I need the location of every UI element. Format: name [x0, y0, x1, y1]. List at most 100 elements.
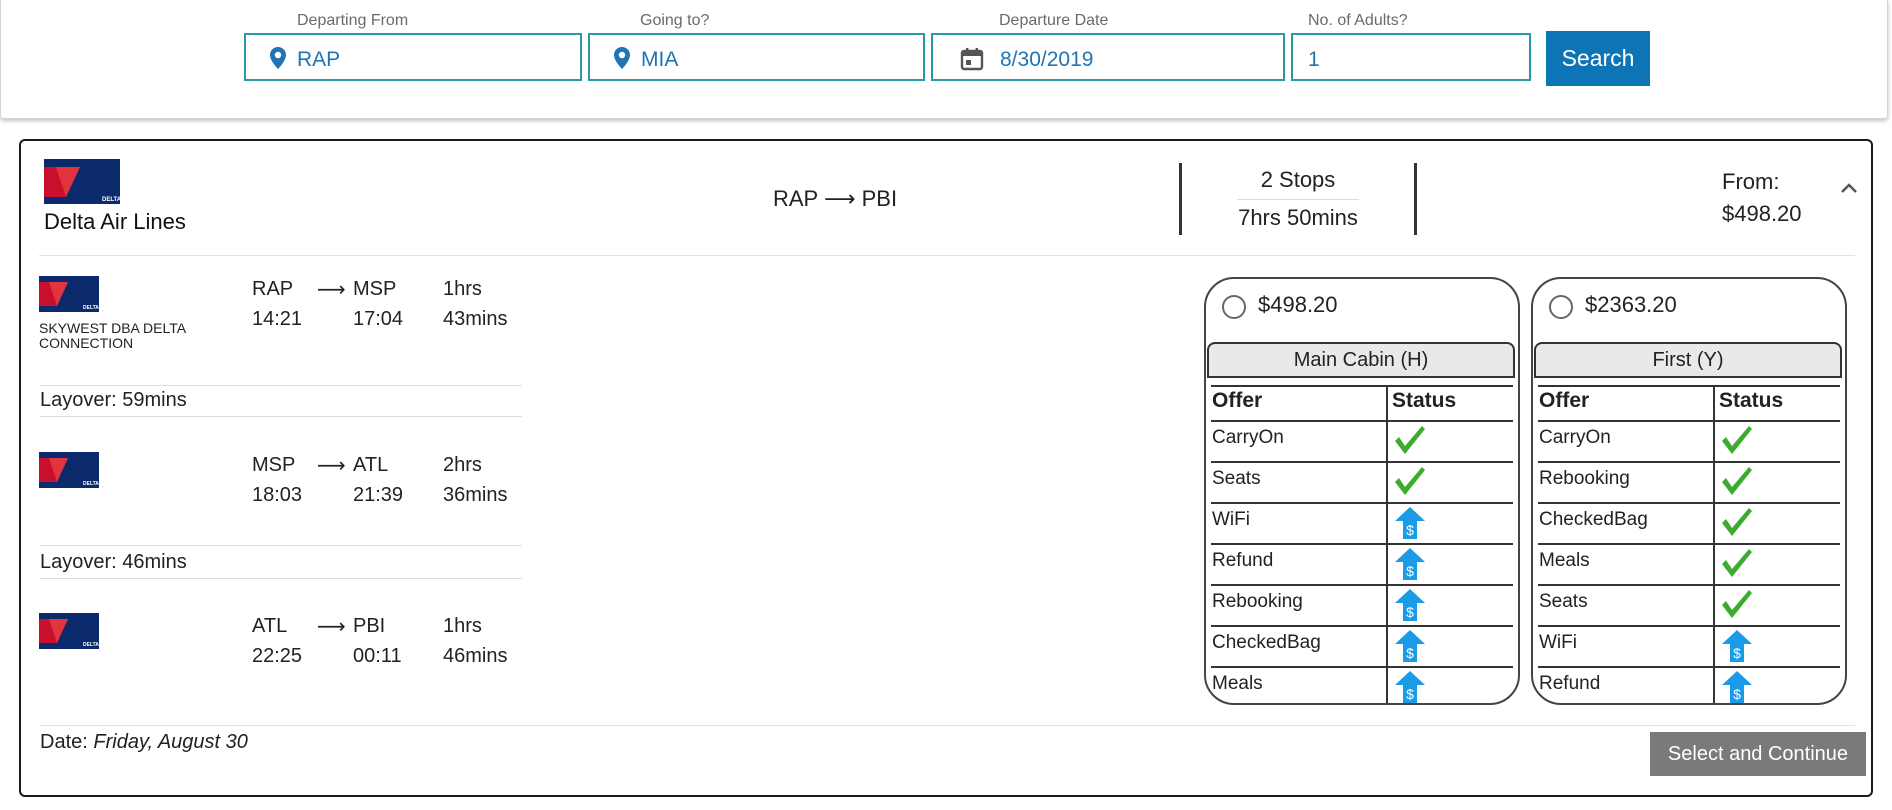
- adults-field[interactable]: No. of Adults? 1: [1291, 12, 1531, 81]
- column-divider: [1386, 463, 1388, 502]
- segment-origin: RAP: [252, 278, 294, 300]
- column-divider: [1713, 422, 1715, 461]
- layover-divider: [40, 385, 522, 386]
- status-column-header: Status: [1392, 389, 1457, 412]
- checkmark-icon: [1722, 467, 1752, 495]
- checkmark-icon: [1722, 549, 1752, 577]
- footer-divider: [39, 725, 1855, 726]
- offer-row: CarryOn: [1538, 420, 1840, 461]
- location-pin-icon: [614, 47, 630, 69]
- going-to-label: Going to?: [632, 12, 718, 30]
- svg-text:DELTA: DELTA: [102, 197, 120, 203]
- segment-destination: PBI: [353, 615, 386, 637]
- offer-name: CheckedBag: [1539, 509, 1648, 530]
- fare-radio[interactable]: [1222, 295, 1246, 319]
- column-divider: [1386, 586, 1388, 625]
- departure-date-field[interactable]: Departure Date 8/30/2019: [931, 12, 1285, 81]
- departure-date-value[interactable]: 8/30/2019: [1000, 48, 1093, 72]
- offer-row: Refund $: [1538, 666, 1840, 703]
- column-divider: [1386, 422, 1388, 461]
- layover-label: Layover: 59mins: [40, 389, 187, 411]
- paid-upgrade-icon: $: [1395, 548, 1425, 580]
- offer-name: Refund: [1539, 673, 1601, 694]
- offer-row: CarryOn: [1211, 420, 1513, 461]
- going-to-field[interactable]: Going to? MIA: [588, 12, 925, 81]
- column-divider: [1386, 668, 1388, 703]
- segment-duration-mins: 46mins: [443, 645, 508, 667]
- date-value: Friday, August 30: [93, 731, 248, 753]
- offer-name: Refund: [1212, 550, 1274, 571]
- adults-value[interactable]: 1: [1308, 48, 1320, 72]
- departing-from-field[interactable]: Departing From RAP: [244, 12, 582, 81]
- departing-from-value[interactable]: RAP: [297, 48, 340, 72]
- stops-summary: 2 Stops 7hrs 50mins: [1179, 163, 1417, 235]
- segment-destination: ATL: [353, 454, 389, 476]
- paid-upgrade-icon: $: [1395, 630, 1425, 662]
- segment-duration-mins: 43mins: [443, 308, 508, 330]
- offer-name: WiFi: [1212, 509, 1250, 530]
- column-divider: [1386, 545, 1388, 584]
- offer-name: Seats: [1212, 468, 1261, 489]
- column-divider: [1386, 504, 1388, 543]
- fare-option-first[interactable]: $2363.20 First (Y) Offer Status CarryOn Reb…: [1531, 277, 1847, 705]
- offer-row: Meals: [1538, 543, 1840, 584]
- layover-label: Layover: 46mins: [40, 551, 187, 573]
- offer-name: Rebooking: [1539, 468, 1630, 489]
- svg-text:$: $: [1406, 686, 1414, 702]
- segment-duration-hrs: 1hrs: [443, 278, 482, 300]
- segment-arrive-time: 17:04: [353, 308, 404, 330]
- segment-origin: ATL: [252, 615, 288, 637]
- svg-text:$: $: [1406, 645, 1414, 661]
- offer-name: Meals: [1212, 673, 1263, 694]
- search-button[interactable]: Search: [1546, 31, 1650, 86]
- svg-text:DELTA: DELTA: [83, 305, 99, 311]
- segment-arrive-time: 00:11: [353, 645, 402, 667]
- offer-table-header: Offer Status: [1211, 385, 1513, 420]
- offer-name: Seats: [1539, 591, 1588, 612]
- from-price: $498.20: [1722, 201, 1802, 226]
- svg-text:$: $: [1406, 563, 1414, 579]
- flight-date: Date: Friday, August 30: [40, 731, 248, 754]
- paid-upgrade-icon: $: [1722, 671, 1752, 703]
- total-duration: 7hrs 50mins: [1238, 205, 1358, 230]
- checkmark-icon: [1722, 508, 1752, 536]
- segment-carrier: SKYWEST DBA DELTA CONNECTION: [39, 320, 186, 351]
- layover-divider: [40, 416, 522, 417]
- offer-column-header: Offer: [1212, 389, 1263, 412]
- column-divider: [1713, 545, 1715, 584]
- select-and-continue-button[interactable]: Select and Continue: [1650, 732, 1866, 776]
- svg-text:DELTA: DELTA: [83, 481, 99, 487]
- column-divider: [1713, 627, 1715, 666]
- offer-row: Meals $: [1211, 666, 1513, 703]
- cabin-class-tab: First (Y): [1534, 342, 1842, 378]
- fare-radio[interactable]: [1549, 295, 1573, 319]
- delta-logo-icon: DELTA: [39, 613, 99, 649]
- offer-table: Offer Status CarryOn Rebooking CheckedBag Mea…: [1538, 385, 1840, 703]
- segment-duration-mins: 36mins: [443, 484, 508, 506]
- fare-price: $2363.20: [1585, 292, 1677, 317]
- segment-origin: MSP: [252, 454, 296, 476]
- calendar-icon: [960, 48, 984, 71]
- flight-card: DELTA Delta Air Lines RAP ⟶ PBI 2 Stops …: [19, 139, 1873, 797]
- layover-divider: [40, 578, 522, 579]
- svg-text:$: $: [1733, 686, 1741, 702]
- segment-depart-time: 14:21: [252, 308, 303, 330]
- going-to-value[interactable]: MIA: [641, 48, 678, 72]
- checkmark-icon: [1722, 590, 1752, 618]
- chevron-up-icon[interactable]: [1839, 181, 1859, 195]
- fare-option-main-cabin[interactable]: $498.20 Main Cabin (H) Offer Status CarryO…: [1204, 277, 1520, 705]
- offer-row: WiFi $: [1211, 502, 1513, 543]
- offer-row: CheckedBag $: [1211, 625, 1513, 666]
- departure-date-label: Departure Date: [991, 12, 1117, 30]
- offer-row: Rebooking $: [1211, 584, 1513, 625]
- departing-from-label: Departing From: [289, 12, 417, 30]
- segment-duration-hrs: 2hrs: [443, 454, 482, 476]
- segment-arrow: ⟶: [317, 279, 346, 301]
- offer-row: Refund $: [1211, 543, 1513, 584]
- column-divider: [1386, 387, 1388, 420]
- adults-label: No. of Adults?: [1300, 12, 1416, 30]
- segment-arrow: ⟶: [317, 616, 346, 638]
- airline-name: Delta Air Lines: [44, 209, 186, 234]
- offer-column-header: Offer: [1539, 389, 1590, 412]
- date-prefix: Date:: [40, 731, 88, 753]
